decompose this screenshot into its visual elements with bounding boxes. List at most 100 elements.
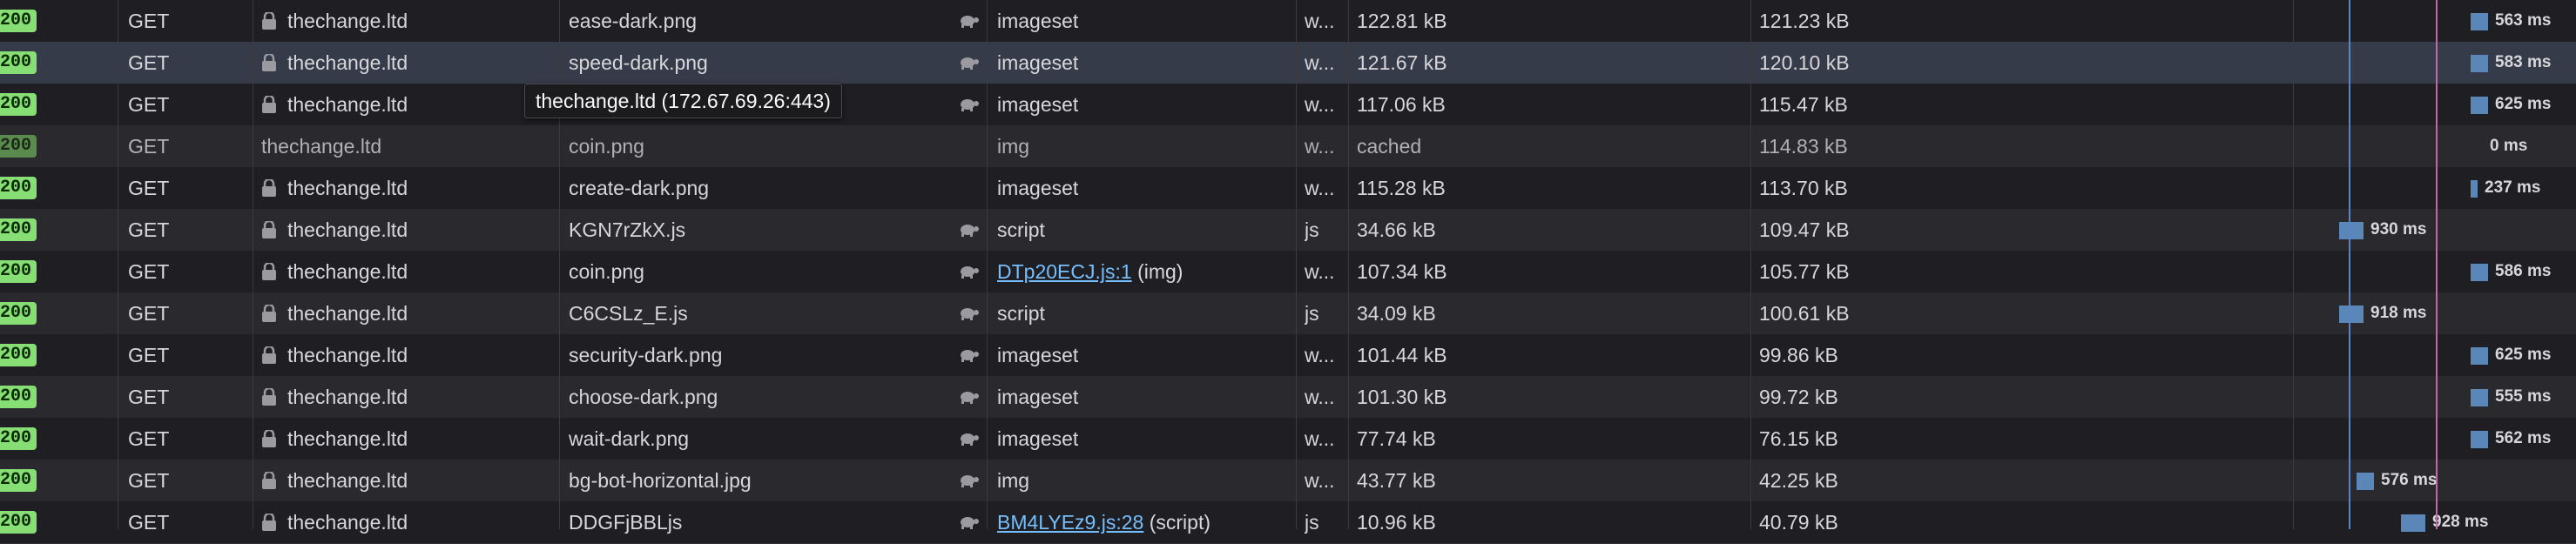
size-cell: 40.79 kB: [1759, 511, 1838, 534]
transferred-cell: cached: [1357, 135, 1422, 158]
status-cell: 200: [0, 42, 52, 84]
column-divider: [1348, 0, 1349, 529]
type-cell: js: [1305, 302, 1319, 325]
table-row[interactable]: 200 GET thechange.ltd KGN7rZkX.js script js 34…: [0, 209, 2576, 252]
turtle-icon: [958, 97, 979, 111]
status-cell: 200: [0, 0, 52, 42]
file-cell[interactable]: coin.png: [569, 125, 952, 167]
turtle-icon: [958, 348, 979, 362]
file-cell[interactable]: DDGFjBBLjs: [569, 501, 952, 543]
waterfall-bar[interactable]: [2339, 306, 2364, 323]
file-cell[interactable]: bg-bot-horizontal.jpg: [569, 460, 952, 501]
file-cell[interactable]: KGN7rZkX.js: [569, 209, 952, 251]
waterfall-timing: 918 ms: [2370, 304, 2427, 322]
status-cell: 200: [0, 460, 52, 501]
table-row[interactable]: 200 GET thechange.ltd create-dark.png images…: [0, 167, 2576, 210]
method-cell: GET: [128, 93, 170, 116]
table-row[interactable]: 200 GET thechange.ltd security-dark.png imag…: [0, 334, 2576, 377]
transferred-cell: 10.96 kB: [1357, 511, 1436, 534]
file-cell[interactable]: coin.png: [569, 251, 952, 292]
initiator-cell: BM4LYEz9.js:28 (script): [997, 501, 1289, 543]
initiator-cell: imageset: [997, 93, 1079, 116]
table-row[interactable]: 200 GET thechange.ltd imageset w... 117.06 kB…: [0, 84, 2576, 126]
waterfall-bar[interactable]: [2471, 97, 2488, 114]
table-row[interactable]: 200 GET thechange.ltd bg-bot-horizontal.jpg…: [0, 460, 2576, 502]
file-cell[interactable]: create-dark.png: [569, 167, 952, 209]
waterfall-timing: 586 ms: [2495, 262, 2552, 280]
method-cell: GET: [128, 260, 170, 283]
initiator-cell: script: [997, 302, 1045, 325]
waterfall-bar[interactable]: [2471, 180, 2478, 198]
waterfall-bar[interactable]: [2471, 55, 2488, 72]
status-badge: 200: [0, 386, 37, 408]
turtle-icon: [958, 432, 979, 446]
file-cell[interactable]: speed-dark.png: [569, 42, 952, 84]
table-row[interactable]: 200 GET thechange.ltd DDGFjBBLjs BM4LYEz9.js…: [0, 501, 2576, 544]
domain-cell[interactable]: thechange.ltd: [287, 460, 549, 501]
type-cell: w...: [1305, 260, 1335, 283]
transferred-cell: 117.06 kB: [1357, 93, 1446, 116]
lock-icon: [261, 470, 277, 489]
waterfall-bar[interactable]: [2339, 222, 2364, 239]
domain-tooltip: thechange.ltd (172.67.69.26:443): [524, 84, 842, 118]
waterfall-bar[interactable]: [2357, 473, 2374, 490]
table-row[interactable]: 200 GET thechange.ltd coin.png DTp20ECJ.js:1…: [0, 251, 2576, 293]
column-divider: [1296, 0, 1297, 529]
domain-cell[interactable]: thechange.ltd: [287, 0, 549, 42]
domain-cell[interactable]: thechange.ltd: [287, 501, 549, 543]
table-row[interactable]: 200 GET thechange.ltd C6CSLz_E.js script js 34…: [0, 292, 2576, 335]
file-cell[interactable]: ease-dark.png: [569, 0, 952, 42]
domain-cell[interactable]: thechange.ltd: [287, 376, 549, 418]
file-cell[interactable]: security-dark.png: [569, 334, 952, 376]
type-cell: w...: [1305, 427, 1335, 450]
domain-cell[interactable]: thechange.ltd: [287, 292, 549, 334]
table-row[interactable]: 200 GET thechange.ltd speed-dark.png imagese…: [0, 42, 2576, 84]
file-cell[interactable]: C6CSLz_E.js: [569, 292, 952, 334]
initiator-cell: img: [997, 469, 1030, 492]
status-cell: 200: [0, 209, 52, 251]
lock-icon: [261, 219, 277, 238]
domain-cell[interactable]: thechange.ltd: [261, 125, 549, 167]
initiator-cell: DTp20ECJ.js:1 (img): [997, 251, 1289, 292]
file-cell[interactable]: wait-dark.png: [569, 418, 952, 460]
waterfall-bar[interactable]: [2401, 514, 2425, 532]
waterfall-bar[interactable]: [2471, 264, 2488, 281]
initiator-link[interactable]: DTp20ECJ.js:1: [997, 260, 1132, 283]
waterfall-bar[interactable]: [2471, 13, 2488, 30]
size-cell: 113.70 kB: [1759, 177, 1848, 199]
domain-cell[interactable]: thechange.ltd: [287, 42, 549, 84]
size-cell: 42.25 kB: [1759, 469, 1838, 492]
domain-cell[interactable]: thechange.ltd: [287, 167, 549, 209]
file-cell[interactable]: choose-dark.png: [569, 376, 952, 418]
domain-cell[interactable]: thechange.ltd: [287, 334, 549, 376]
initiator-cell: imageset: [997, 51, 1079, 74]
waterfall-timing: 237 ms: [2485, 178, 2541, 197]
initiator-link[interactable]: BM4LYEz9.js:28: [997, 511, 1143, 534]
size-cell: 76.15 kB: [1759, 427, 1838, 450]
method-cell: GET: [128, 10, 170, 32]
status-badge: 200: [0, 218, 37, 241]
dom-content-loaded-marker: [2349, 0, 2350, 529]
domain-cell[interactable]: thechange.ltd: [287, 251, 549, 292]
initiator-type: (img): [1137, 260, 1183, 283]
transferred-cell: 34.66 kB: [1357, 218, 1436, 241]
waterfall-bar[interactable]: [2471, 431, 2488, 448]
waterfall-bar[interactable]: [2471, 347, 2488, 365]
table-row[interactable]: 200 GET thechange.ltd choose-dark.png images…: [0, 376, 2576, 419]
method-cell: GET: [128, 51, 170, 74]
table-row[interactable]: 200 GET thechange.ltd coin.png img w... cached…: [0, 125, 2576, 168]
waterfall-bar[interactable]: [2471, 389, 2488, 406]
table-row[interactable]: 200 GET thechange.ltd wait-dark.png imageset…: [0, 418, 2576, 460]
turtle-icon: [958, 265, 979, 279]
waterfall-timing: 555 ms: [2495, 387, 2552, 406]
status-badge: 200: [0, 511, 37, 534]
domain-cell[interactable]: thechange.ltd: [287, 209, 549, 251]
transferred-cell: 77.74 kB: [1357, 427, 1436, 450]
column-divider: [2293, 0, 2294, 529]
domain-cell[interactable]: thechange.ltd: [287, 84, 549, 125]
status-badge: 200: [0, 344, 37, 366]
waterfall-timing: 0 ms: [2490, 137, 2528, 155]
domain-cell[interactable]: thechange.ltd: [287, 418, 549, 460]
initiator-cell: imageset: [997, 10, 1079, 32]
table-row[interactable]: 200 GET thechange.ltd ease-dark.png imageset…: [0, 0, 2576, 43]
